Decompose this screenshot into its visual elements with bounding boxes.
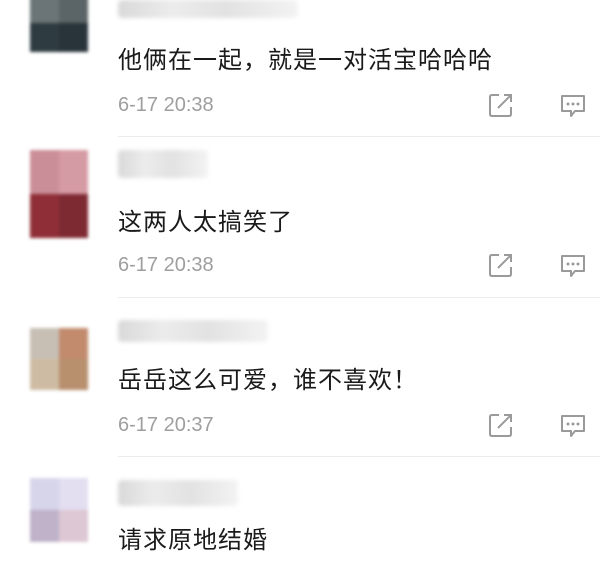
avatar-cell bbox=[30, 150, 59, 194]
avatar-cell bbox=[59, 0, 88, 23]
share-icon[interactable] bbox=[486, 90, 516, 120]
comment-time: 6-17 20:38 bbox=[118, 94, 214, 116]
avatar[interactable] bbox=[30, 478, 88, 542]
avatar-cell bbox=[59, 23, 88, 52]
comment-text: 请求原地结婚 bbox=[118, 526, 268, 554]
avatar[interactable] bbox=[30, 150, 88, 238]
comment-time: 6-17 20:38 bbox=[118, 254, 214, 276]
avatar-cell bbox=[59, 328, 88, 359]
username-blurred[interactable] bbox=[118, 150, 208, 178]
share-icon[interactable] bbox=[486, 410, 516, 440]
avatar-cell bbox=[59, 510, 88, 542]
comment-icon[interactable] bbox=[558, 410, 588, 440]
avatar-cell bbox=[30, 359, 59, 390]
share-icon[interactable] bbox=[486, 250, 516, 280]
avatar-cell bbox=[59, 359, 88, 390]
avatar-cell bbox=[59, 150, 88, 194]
avatar-cell bbox=[59, 478, 88, 510]
comment-text: 他俩在一起，就是一对活宝哈哈哈 bbox=[118, 46, 493, 74]
username-blurred[interactable] bbox=[118, 320, 268, 342]
avatar-cell bbox=[59, 194, 88, 238]
avatar-cell bbox=[30, 328, 59, 359]
avatar-cell bbox=[30, 510, 59, 542]
username-blurred[interactable] bbox=[118, 480, 238, 506]
avatar[interactable] bbox=[30, 0, 88, 52]
avatar[interactable] bbox=[30, 328, 88, 390]
divider bbox=[118, 297, 600, 298]
username-blurred[interactable] bbox=[118, 0, 298, 18]
comment-icon[interactable] bbox=[558, 250, 588, 280]
divider bbox=[118, 136, 600, 137]
avatar-cell bbox=[30, 478, 59, 510]
divider bbox=[118, 456, 600, 457]
comment-time: 6-17 20:37 bbox=[118, 414, 214, 436]
comment-text: 岳岳这么可爱，谁不喜欢！ bbox=[118, 366, 418, 394]
avatar-cell bbox=[30, 23, 59, 52]
comment-text: 这两人太搞笑了 bbox=[118, 208, 293, 236]
avatar-cell bbox=[30, 0, 59, 23]
comment-icon[interactable] bbox=[558, 90, 588, 120]
avatar-cell bbox=[30, 194, 59, 238]
